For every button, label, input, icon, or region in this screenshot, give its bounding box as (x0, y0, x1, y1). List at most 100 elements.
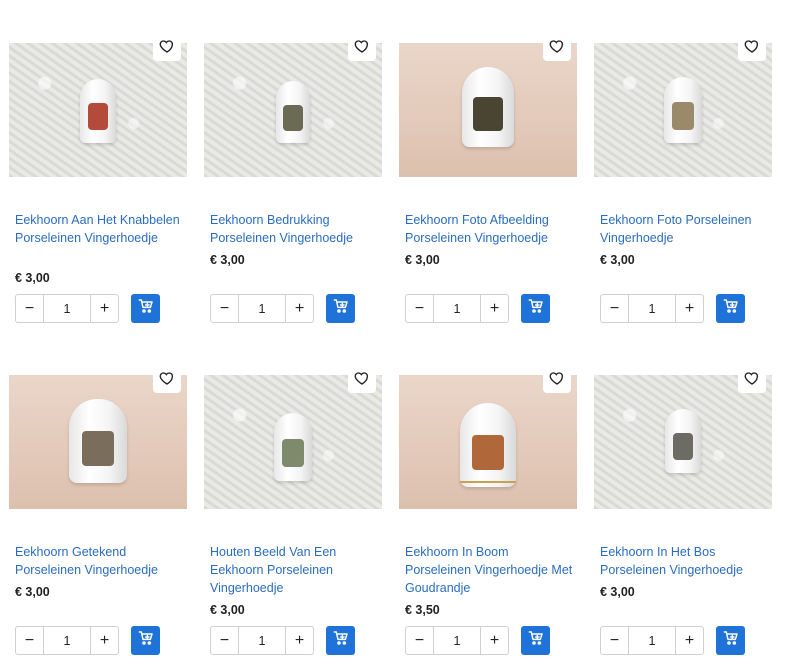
cart-plus-icon (333, 630, 349, 651)
add-to-cart-button[interactable] (326, 626, 355, 655)
add-to-cart-button[interactable] (716, 626, 745, 655)
quantity-input[interactable]: 1 (44, 627, 90, 654)
favorite-button[interactable] (543, 367, 571, 393)
quantity-stepper: − 1 + (405, 626, 509, 655)
quantity-input[interactable]: 1 (434, 627, 480, 654)
decrease-quantity-button[interactable]: − (16, 295, 44, 322)
favorite-button[interactable] (348, 367, 376, 393)
increase-quantity-button[interactable]: + (675, 295, 703, 322)
favorite-button[interactable] (738, 367, 766, 393)
squirrel-decal (473, 97, 503, 131)
quantity-stepper: − 1 + (600, 294, 704, 323)
quantity-input[interactable]: 1 (434, 295, 480, 322)
product-price: € 3,00 (600, 253, 635, 267)
heart-icon (744, 370, 760, 391)
cart-plus-icon (138, 298, 154, 319)
favorite-button[interactable] (348, 35, 376, 61)
cart-plus-icon (528, 630, 544, 651)
decrease-quantity-button[interactable]: − (211, 627, 239, 654)
cart-plus-icon (723, 630, 739, 651)
quantity-input[interactable]: 1 (239, 627, 285, 654)
product-card: Eekhoorn Foto Porseleinen Vingerhoedje €… (594, 35, 772, 333)
squirrel-decal (282, 438, 304, 468)
decrease-quantity-button[interactable]: − (16, 627, 44, 654)
increase-quantity-button[interactable]: + (285, 627, 313, 654)
squirrel-decal (672, 433, 694, 461)
product-title-link[interactable]: Eekhoorn Foto Porseleinen Vingerhoedje (600, 211, 768, 247)
add-to-cart-button[interactable] (521, 626, 550, 655)
product-title-link[interactable]: Eekhoorn Getekend Porseleinen Vingerhoed… (15, 543, 183, 579)
thimble-image (274, 413, 312, 481)
product-title-link[interactable]: Eekhoorn Aan Het Knabbelen Porseleinen V… (15, 211, 183, 247)
squirrel-decal (81, 430, 115, 467)
thimble-image (69, 399, 127, 483)
squirrel-decal (283, 104, 303, 131)
increase-quantity-button[interactable]: + (480, 295, 508, 322)
increase-quantity-button[interactable]: + (90, 627, 118, 654)
increase-quantity-button[interactable]: + (285, 295, 313, 322)
gold-rim (460, 481, 516, 483)
product-title-link[interactable]: Eekhoorn In Het Bos Porseleinen Vingerho… (600, 543, 768, 579)
thimble-image (664, 77, 702, 143)
squirrel-decal (87, 103, 109, 131)
product-card: Eekhoorn Bedrukking Porseleinen Vingerho… (204, 35, 382, 333)
product-image[interactable] (9, 375, 187, 509)
increase-quantity-button[interactable]: + (480, 627, 508, 654)
product-image[interactable] (399, 375, 577, 509)
favorite-button[interactable] (543, 35, 571, 61)
decrease-quantity-button[interactable]: − (406, 295, 434, 322)
quantity-input[interactable]: 1 (629, 295, 675, 322)
add-to-cart-button[interactable] (326, 294, 355, 323)
quantity-input[interactable]: 1 (239, 295, 285, 322)
product-image[interactable] (204, 43, 382, 177)
decrease-quantity-button[interactable]: − (601, 295, 629, 322)
cart-plus-icon (333, 298, 349, 319)
product-card: Eekhoorn In Boom Porseleinen Vingerhoedj… (399, 367, 577, 665)
product-title-link[interactable]: Houten Beeld Van Een Eekhoorn Porseleine… (210, 543, 378, 597)
product-image[interactable] (399, 43, 577, 177)
quantity-input[interactable]: 1 (629, 627, 675, 654)
product-title-link[interactable]: Eekhoorn In Boom Porseleinen Vingerhoedj… (405, 543, 573, 597)
product-price: € 3,00 (600, 585, 635, 599)
heart-icon (354, 38, 370, 59)
add-to-cart-button[interactable] (716, 294, 745, 323)
thimble-image (80, 79, 116, 143)
favorite-button[interactable] (153, 35, 181, 61)
thimble-image (665, 409, 701, 473)
product-card: Eekhoorn Foto Afbeelding Porseleinen Vin… (399, 35, 577, 333)
favorite-button[interactable] (153, 367, 181, 393)
quantity-stepper: − 1 + (210, 626, 314, 655)
heart-icon (159, 370, 175, 391)
product-price: € 3,00 (405, 253, 440, 267)
thimble-image (460, 403, 516, 487)
add-to-cart-button[interactable] (131, 626, 160, 655)
product-price: € 3,00 (210, 603, 245, 617)
product-image[interactable] (204, 375, 382, 509)
quantity-input[interactable]: 1 (44, 295, 90, 322)
product-title-link[interactable]: Eekhoorn Foto Afbeelding Porseleinen Vin… (405, 211, 573, 247)
decrease-quantity-button[interactable]: − (601, 627, 629, 654)
heart-icon (549, 38, 565, 59)
add-to-cart-button[interactable] (131, 294, 160, 323)
product-card: Eekhoorn In Het Bos Porseleinen Vingerho… (594, 367, 772, 665)
increase-quantity-button[interactable]: + (90, 295, 118, 322)
thimble-image (276, 81, 310, 143)
heart-icon (744, 38, 760, 59)
product-card: Eekhoorn Aan Het Knabbelen Porseleinen V… (9, 35, 187, 333)
product-price: € 3,00 (15, 271, 50, 285)
cart-plus-icon (138, 630, 154, 651)
add-to-cart-button[interactable] (521, 294, 550, 323)
product-card: Houten Beeld Van Een Eekhoorn Porseleine… (204, 367, 382, 665)
product-price: € 3,50 (405, 603, 440, 617)
decrease-quantity-button[interactable]: − (406, 627, 434, 654)
favorite-button[interactable] (738, 35, 766, 61)
heart-icon (159, 38, 175, 59)
quantity-stepper: − 1 + (405, 294, 509, 323)
product-title-link[interactable]: Eekhoorn Bedrukking Porseleinen Vingerho… (210, 211, 378, 247)
product-image[interactable] (9, 43, 187, 177)
increase-quantity-button[interactable]: + (675, 627, 703, 654)
heart-icon (549, 370, 565, 391)
product-image[interactable] (594, 43, 772, 177)
product-image[interactable] (594, 375, 772, 509)
decrease-quantity-button[interactable]: − (211, 295, 239, 322)
